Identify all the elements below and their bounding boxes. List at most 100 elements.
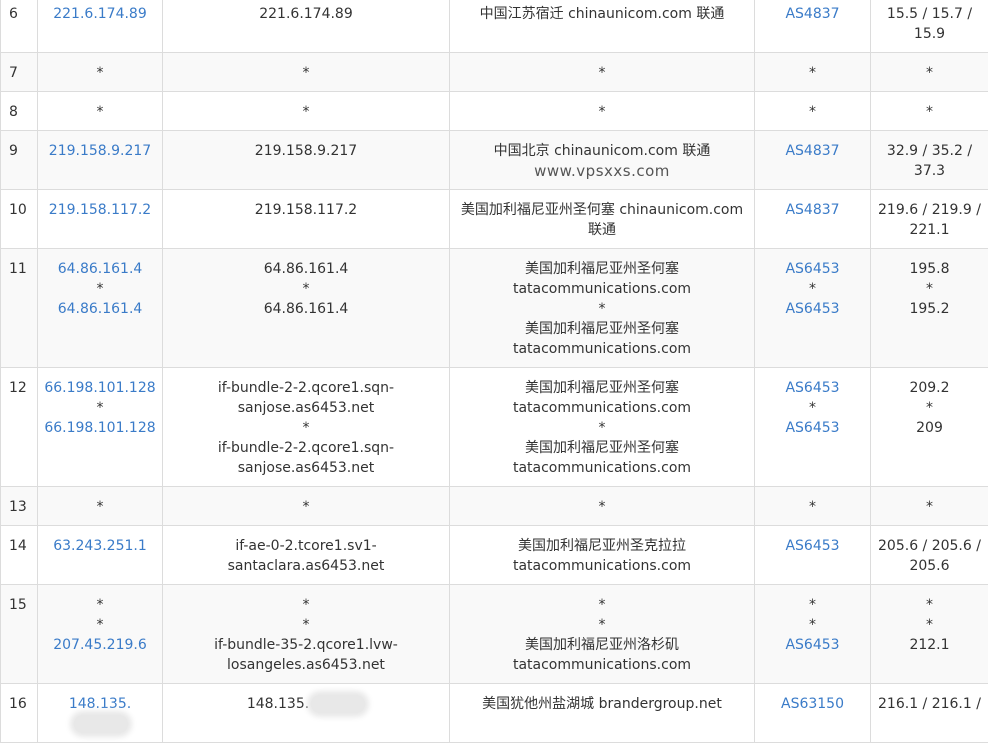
latency-text: 209: [875, 418, 984, 438]
ip-cell: *: [38, 53, 163, 92]
ip-text: *: [42, 279, 158, 299]
ip-cell: 148.135.: [38, 684, 163, 743]
ip-link[interactable]: 64.86.161.4: [42, 299, 158, 319]
location-text: tatacommunications.com: [454, 279, 750, 299]
asn-link[interactable]: AS6453: [759, 418, 866, 438]
location-text: 中国江苏宿迁 chinaunicom.com 联通: [454, 4, 750, 24]
latency-cell: 209.2*209: [871, 368, 988, 487]
latency-text: 32.9 / 35.2 /: [875, 141, 984, 161]
ip-cell: **207.45.219.6: [38, 585, 163, 684]
location-cell: *: [450, 53, 755, 92]
hostname-cell: if-bundle-2-2.qcore1.sqn-sanjose.as6453.…: [163, 368, 450, 487]
asn-cell: *: [755, 487, 871, 526]
ip-cell: 219.158.9.217: [38, 131, 163, 190]
location-text: 美国加利福尼亚州圣何塞: [454, 259, 750, 279]
location-text: tatacommunications.com: [454, 398, 750, 418]
redaction-blur: [74, 715, 128, 733]
hop-row-11: 1164.86.161.4*64.86.161.464.86.161.4*64.…: [1, 249, 988, 368]
location-text: *: [454, 102, 750, 122]
ip-cell: 66.198.101.128*66.198.101.128: [38, 368, 163, 487]
latency-cell: 32.9 / 35.2 /37.3: [871, 131, 988, 190]
hop-number: 11: [1, 249, 38, 368]
host-text: 219.158.117.2: [167, 200, 445, 220]
latency-cell: *: [871, 487, 988, 526]
traceroute-table: 6221.6.174.89221.6.174.89中国江苏宿迁 chinauni…: [0, 0, 988, 743]
asn-link[interactable]: AS4837: [759, 4, 866, 24]
ip-link[interactable]: 66.198.101.128: [42, 378, 158, 398]
asn-link[interactable]: AS6453: [759, 378, 866, 398]
asn-text: *: [759, 497, 866, 517]
ip-text: *: [42, 595, 158, 615]
hop-number: 12: [1, 368, 38, 487]
traceroute-table-body: 6221.6.174.89221.6.174.89中国江苏宿迁 chinauni…: [1, 0, 988, 743]
latency-text: *: [875, 595, 984, 615]
location-text: 中国北京 chinaunicom.com 联通: [454, 141, 750, 161]
ip-text: *: [42, 102, 158, 122]
latency-text: 221.1: [875, 220, 984, 240]
host-text: 148.135.: [167, 694, 445, 714]
hostname-cell: 219.158.117.2: [163, 190, 450, 249]
host-text: if-bundle-35-2.qcore1.lvw-: [167, 635, 445, 655]
hostname-cell: 64.86.161.4*64.86.161.4: [163, 249, 450, 368]
location-text: *: [454, 299, 750, 319]
location-text: 美国加利福尼亚州圣何塞 chinaunicom.com: [454, 200, 750, 220]
host-text: *: [167, 615, 445, 635]
location-text: 美国加利福尼亚州圣何塞: [454, 378, 750, 398]
latency-text: 15.9: [875, 24, 984, 44]
ip-link[interactable]: 66.198.101.128: [42, 418, 158, 438]
asn-cell: AS4837: [755, 0, 871, 53]
ip-cell: *: [38, 92, 163, 131]
location-cell: 美国加利福尼亚州圣克拉拉tatacommunications.com: [450, 526, 755, 585]
asn-cell: AS6453*AS6453: [755, 368, 871, 487]
hop-row-7: 7*****: [1, 53, 988, 92]
asn-text: *: [759, 398, 866, 418]
ip-cell: 64.86.161.4*64.86.161.4: [38, 249, 163, 368]
asn-cell: AS4837: [755, 190, 871, 249]
location-text: 联通: [454, 220, 750, 240]
asn-link[interactable]: AS4837: [759, 141, 866, 161]
hop-row-10: 10219.158.117.2219.158.117.2美国加利福尼亚州圣何塞 …: [1, 190, 988, 249]
host-text: 221.6.174.89: [167, 4, 445, 24]
ip-link[interactable]: 221.6.174.89: [42, 4, 158, 24]
ip-text: *: [42, 497, 158, 517]
ip-link[interactable]: 219.158.9.217: [42, 141, 158, 161]
ip-link[interactable]: 64.86.161.4: [42, 259, 158, 279]
location-cell: 美国加利福尼亚州圣何塞tatacommunications.com*美国加利福尼…: [450, 368, 755, 487]
latency-text: 15.5 / 15.7 /: [875, 4, 984, 24]
location-text: 美国加利福尼亚州圣克拉拉: [454, 536, 750, 556]
latency-text: *: [875, 497, 984, 517]
latency-text: *: [875, 279, 984, 299]
hostname-cell: *: [163, 53, 450, 92]
asn-link[interactable]: AS4837: [759, 200, 866, 220]
latency-text: *: [875, 398, 984, 418]
hop-row-12: 1266.198.101.128*66.198.101.128if-bundle…: [1, 368, 988, 487]
hop-row-8: 8*****: [1, 92, 988, 131]
hop-number: 8: [1, 92, 38, 131]
location-text: *: [454, 418, 750, 438]
ip-link[interactable]: 219.158.117.2: [42, 200, 158, 220]
ip-cell: *: [38, 487, 163, 526]
ip-link[interactable]: 148.135.: [42, 694, 158, 734]
latency-cell: 195.8*195.2: [871, 249, 988, 368]
location-cell: 美国加利福尼亚州圣何塞tatacommunications.com*美国加利福尼…: [450, 249, 755, 368]
hop-row-9: 9219.158.9.217219.158.9.217中国北京 chinauni…: [1, 131, 988, 190]
hostname-cell: **if-bundle-35-2.qcore1.lvw-losangeles.a…: [163, 585, 450, 684]
hop-row-14: 1463.243.251.1if-ae-0-2.tcore1.sv1-santa…: [1, 526, 988, 585]
asn-text: *: [759, 279, 866, 299]
ip-text: *: [42, 615, 158, 635]
asn-link[interactable]: AS6453: [759, 635, 866, 655]
latency-text: 209.2: [875, 378, 984, 398]
asn-text: *: [759, 595, 866, 615]
ip-link[interactable]: 207.45.219.6: [42, 635, 158, 655]
asn-link[interactable]: AS6453: [759, 536, 866, 556]
latency-text: *: [875, 102, 984, 122]
asn-link[interactable]: AS6453: [759, 259, 866, 279]
asn-link[interactable]: AS6453: [759, 299, 866, 319]
latency-text: 205.6: [875, 556, 984, 576]
asn-link[interactable]: AS63150: [759, 694, 866, 714]
location-cell: 美国犹他州盐湖城 brandergroup.net: [450, 684, 755, 743]
host-text: *: [167, 102, 445, 122]
ip-link[interactable]: 63.243.251.1: [42, 536, 158, 556]
latency-text: 195.2: [875, 299, 984, 319]
latency-text: 195.8: [875, 259, 984, 279]
